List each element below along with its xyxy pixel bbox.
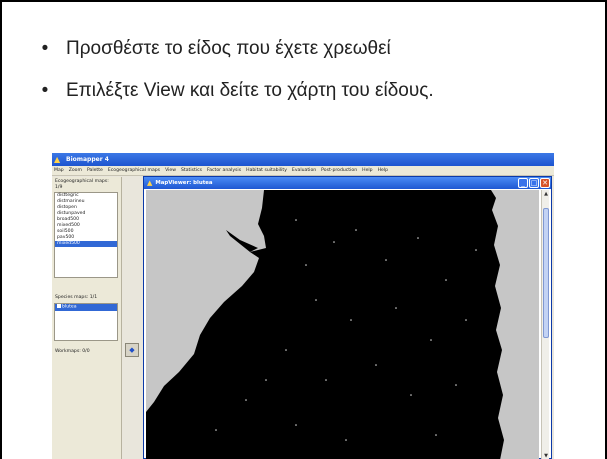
map-view-icon: ◆ <box>129 346 135 354</box>
bullet-text: Επιλέξτε View και δείτε το χάρτη του είδ… <box>66 80 434 101</box>
close-button[interactable]: ✕ <box>540 178 550 188</box>
scroll-thumb[interactable] <box>543 208 549 338</box>
menu-zoom[interactable]: Zoom <box>69 168 82 173</box>
bullet-item: • Προσθέστε το είδος που έχετε χρεωθεί <box>38 38 434 60</box>
bullet-dot-icon: • <box>41 80 49 101</box>
menu-palette[interactable]: Palette <box>87 168 103 173</box>
maximize-button[interactable]: □ <box>529 178 539 188</box>
vertical-scrollbar[interactable]: ▲ ▼ <box>541 190 549 459</box>
map-canvas[interactable] <box>146 190 539 459</box>
maps-panel: Ecogeographical maps: 1/9 disttegric dis… <box>52 177 122 459</box>
biomapper-logo-icon: ▲ <box>54 155 61 164</box>
ecogeo-maps-list[interactable]: disttegric distmarineu distopen distunpa… <box>54 192 118 278</box>
minimize-button[interactable]: _ <box>518 178 528 188</box>
bullet-text: Προσθέστε το είδος που έχετε χρεωθεί <box>66 38 391 59</box>
menu-help[interactable]: Help <box>362 168 372 173</box>
view-map-button[interactable]: ◆ <box>125 343 139 357</box>
menu-ecogeographical-maps[interactable]: Ecogeographical maps <box>108 168 160 173</box>
list-item-selected[interactable]: blutea <box>55 304 117 311</box>
menu-statistics[interactable]: Statistics <box>181 168 202 173</box>
map-viewer-window: ▲ MapViewer: blutea _ □ ✕ ▲ ▼ <box>143 176 552 459</box>
bullet-dot-icon: • <box>41 38 49 59</box>
viewer-titlebar[interactable]: ▲ MapViewer: blutea _ □ ✕ <box>144 177 551 189</box>
species-maps-list[interactable]: blutea <box>54 303 118 341</box>
list-item-selected[interactable]: mixed500 <box>55 241 117 247</box>
viewer-title: MapViewer: blutea <box>155 180 213 186</box>
scroll-up-icon[interactable]: ▲ <box>543 191 549 197</box>
scroll-down-icon[interactable]: ▼ <box>543 453 549 459</box>
window-controls: _ □ ✕ <box>518 178 550 188</box>
menu-help-2[interactable]: Help <box>378 168 388 173</box>
menu-habitat-suitability[interactable]: Habitat suitability <box>246 168 287 173</box>
bullet-item: • Επιλέξτε View και δείτε το χάρτη του ε… <box>38 80 434 102</box>
workmaps-label: Workmaps: 0/0 <box>55 349 90 354</box>
menu-map[interactable]: Map <box>54 168 64 173</box>
menu-view[interactable]: View <box>165 168 176 173</box>
biomapper-logo-icon: ▲ <box>147 179 153 187</box>
bullet-list: • Προσθέστε το είδος που έχετε χρεωθεί •… <box>38 38 434 122</box>
checkbox-icon[interactable] <box>57 304 61 308</box>
species-maps-label: Species maps: 1/1 <box>55 295 98 300</box>
app-screenshot: ▲ Biomapper 4 Map Zoom Palette Ecogeogra… <box>52 153 554 459</box>
app-titlebar: ▲ Biomapper 4 <box>52 153 554 166</box>
menu-evaluation[interactable]: Evaluation <box>292 168 316 173</box>
menu-post-production[interactable]: Post-production <box>321 168 357 173</box>
species-name: blutea <box>62 304 77 310</box>
species-map <box>146 190 539 459</box>
menu-bar: Map Zoom Palette Ecogeographical maps Vi… <box>52 166 554 176</box>
app-title: Biomapper 4 <box>66 156 109 163</box>
ecogeo-maps-label: Ecogeographical maps: 1/9 <box>55 179 109 190</box>
menu-factor-analysis[interactable]: Factor analysis <box>207 168 241 173</box>
